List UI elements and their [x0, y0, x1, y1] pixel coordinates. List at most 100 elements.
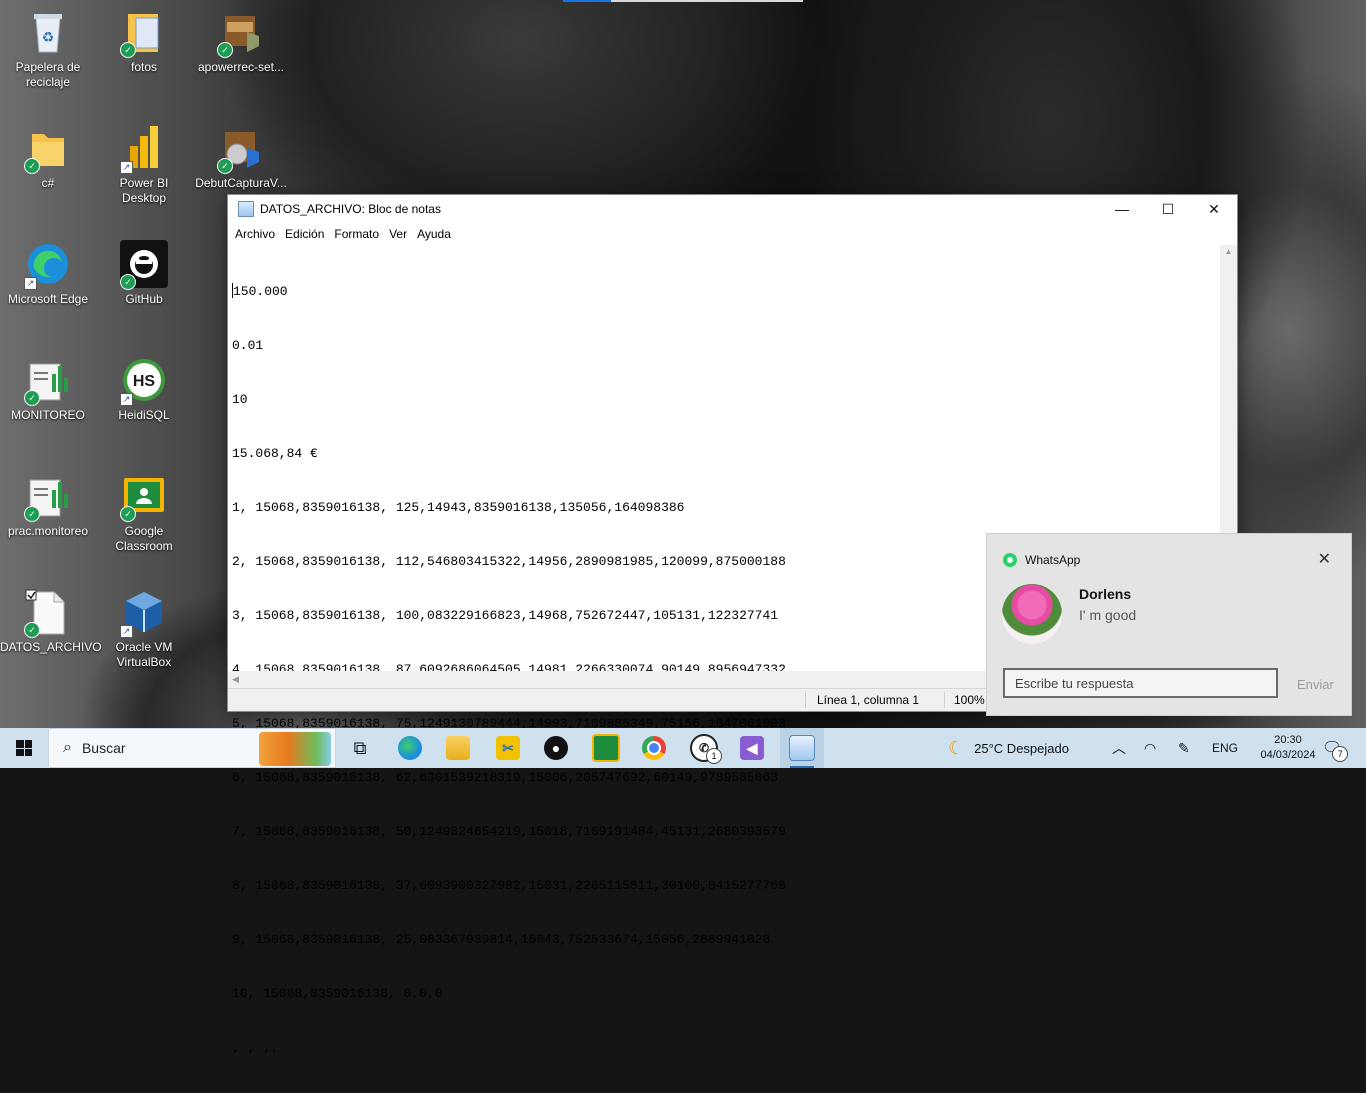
desktop-icon-label: GitHub: [125, 292, 163, 306]
taskbar-github[interactable]: ●: [534, 728, 578, 768]
task-view-icon: ⧉: [353, 737, 367, 758]
edge-icon: [398, 736, 422, 760]
desktop-icon-apowerrec[interactable]: ✓ apowerrec-set...: [193, 2, 289, 75]
sync-check-icon: ✓: [24, 622, 40, 638]
windows-icon: [16, 740, 32, 756]
desktop-icon-datos-archivo[interactable]: ✓ DATOS_ARCHIVO: [0, 582, 102, 655]
desktop-icon-recycle-bin[interactable]: ♻ Papelera de reciclaje: [0, 2, 96, 90]
menu-ayuda[interactable]: Ayuda: [412, 227, 456, 241]
desktop-icon-heidisql[interactable]: HS ↗ HeidiSQL: [96, 350, 192, 423]
classroom-icon: [592, 734, 620, 762]
text-line: 9, 15068,8359016138, 25,083367939814,150…: [232, 932, 771, 947]
search-box[interactable]: ⌕ Buscar: [48, 728, 336, 768]
whatsapp-icon: ✆ 1: [690, 734, 722, 764]
taskbar-classroom[interactable]: [584, 728, 628, 768]
desktop-icon-classroom[interactable]: ✓ Google Classroom: [96, 466, 192, 554]
notification-icon: 🗨 7: [1322, 738, 1349, 762]
menu-ver[interactable]: Ver: [384, 227, 412, 241]
scroll-left-icon[interactable]: ◀: [228, 674, 239, 684]
svg-text:♻: ♻: [42, 29, 55, 45]
taskbar-edge[interactable]: [388, 728, 432, 768]
github-icon: ✓: [120, 240, 168, 290]
svg-text:HS: HS: [133, 373, 156, 390]
text-line: 10: [232, 392, 248, 407]
shortcut-arrow-icon: ↗: [120, 393, 133, 406]
notification-center-button[interactable]: 🗨 7: [1322, 728, 1349, 768]
message-sender: Dorlens: [1079, 586, 1132, 602]
whatsapp-notification[interactable]: WhatsApp ✕ Dorlens I' m good Escribe tu …: [986, 533, 1352, 716]
desktop-icon-virtualbox[interactable]: ↗ Oracle VM VirtualBox: [96, 582, 192, 670]
chevron-up-icon: ︿: [1112, 740, 1126, 756]
edge-icon: ↗: [24, 240, 72, 290]
pen-menu[interactable]: ✎: [1178, 728, 1190, 768]
taskbar-notepad[interactable]: [780, 728, 824, 768]
desktop-icon-label: MONITOREO: [11, 408, 85, 422]
menu-archivo[interactable]: Archivo: [230, 227, 280, 241]
search-label: Buscar: [81, 740, 126, 756]
text-line: 15.068,84 €: [232, 446, 318, 461]
sync-check-icon: ✓: [120, 274, 136, 290]
installer-icon: ✓: [217, 124, 265, 174]
wifi-icon: ◠: [1144, 739, 1157, 756]
text-line: 150.000: [232, 283, 288, 299]
close-icon[interactable]: ✕: [1318, 549, 1331, 569]
moon-icon: ☾: [948, 737, 965, 758]
desktop-icon-csharp[interactable]: ✓ c#: [0, 118, 96, 191]
scroll-up-icon[interactable]: ▲: [1220, 245, 1237, 259]
taskbar-visual-studio[interactable]: ◀: [730, 728, 774, 768]
message-text: I' m good: [1079, 607, 1137, 623]
sync-check-icon: ✓: [217, 158, 233, 174]
title-bar[interactable]: DATOS_ARCHIVO: Bloc de notas — ☐ ✕: [228, 195, 1237, 223]
clock-date: 04/03/2024: [1260, 749, 1316, 761]
desktop-icon-github[interactable]: ✓ GitHub: [96, 234, 192, 307]
desktop-icon-prac-monitoreo[interactable]: ✓ prac.monitoreo: [0, 466, 96, 539]
desktop-icon-powerbi[interactable]: ↗ Power BI Desktop: [96, 118, 192, 206]
reply-input[interactable]: Escribe tu respuesta: [1003, 668, 1278, 698]
search-icon: ⌕: [63, 739, 72, 756]
classroom-icon: ✓: [120, 472, 168, 522]
visual-studio-icon: ◀: [740, 736, 764, 760]
search-highlight-image: [259, 732, 331, 766]
document-chart-icon: ✓: [24, 356, 72, 406]
desktop-icon-label: Google Classroom: [115, 524, 173, 553]
weather-widget[interactable]: ☾ 25°C Despejado: [948, 728, 1069, 768]
recycle-bin-icon: ♻: [24, 8, 72, 56]
folder-icon: [446, 736, 470, 760]
menu-formato[interactable]: Formato: [329, 227, 384, 241]
taskbar-tool[interactable]: ✂: [486, 728, 530, 768]
language-indicator[interactable]: ENG: [1212, 728, 1238, 768]
avatar: [1002, 584, 1062, 644]
close-button[interactable]: ✕: [1191, 195, 1237, 223]
sync-check-icon: ✓: [120, 506, 136, 522]
weather-text: 25°C Despejado: [974, 740, 1069, 756]
installer-icon: ✓: [217, 8, 265, 58]
menu-edicion[interactable]: Edición: [280, 227, 329, 241]
shortcut-arrow-icon: ↗: [24, 277, 37, 290]
task-view-button[interactable]: ⧉: [338, 728, 382, 768]
desktop-icon-label: DebutCapturaV...: [195, 176, 287, 190]
clock[interactable]: 20:30 04/03/2024: [1258, 728, 1318, 768]
send-button[interactable]: Enviar: [1297, 677, 1334, 692]
desktop-icon-fotos[interactable]: ✓ fotos: [96, 2, 192, 75]
notification-count: 7: [1332, 746, 1349, 762]
desktop-icon-debutcaptura[interactable]: ✓ DebutCapturaV...: [193, 118, 289, 191]
taskbar-file-explorer[interactable]: [436, 728, 480, 768]
desktop-icon-monitoreo[interactable]: ✓ MONITOREO: [0, 350, 96, 423]
text-file-icon: ✓: [24, 588, 72, 638]
window-title: DATOS_ARCHIVO: Bloc de notas: [260, 202, 441, 216]
notification-app-name: WhatsApp: [1025, 553, 1081, 567]
taskbar-whatsapp[interactable]: ✆ 1: [682, 728, 726, 768]
clock-time: 20:30: [1274, 734, 1302, 746]
desktop-icon-edge[interactable]: ↗ Microsoft Edge: [0, 234, 96, 307]
network-status[interactable]: ◠: [1144, 728, 1156, 768]
maximize-button[interactable]: ☐: [1145, 195, 1191, 223]
taskbar-chrome[interactable]: [632, 728, 676, 768]
sync-check-icon: ✓: [24, 390, 40, 406]
taskbar: ⌕ Buscar ⧉ ✂ ● ✆ 1 ◀ ☾ 25°C Despejado ︿ ◠: [0, 728, 1366, 768]
language-label: ENG: [1212, 741, 1239, 755]
minimize-button[interactable]: —: [1099, 195, 1145, 223]
start-button[interactable]: [0, 728, 48, 768]
desktop-icon-label: c#: [41, 176, 55, 190]
show-hidden-icons[interactable]: ︿: [1112, 728, 1126, 768]
sync-check-icon: ✓: [217, 42, 233, 58]
